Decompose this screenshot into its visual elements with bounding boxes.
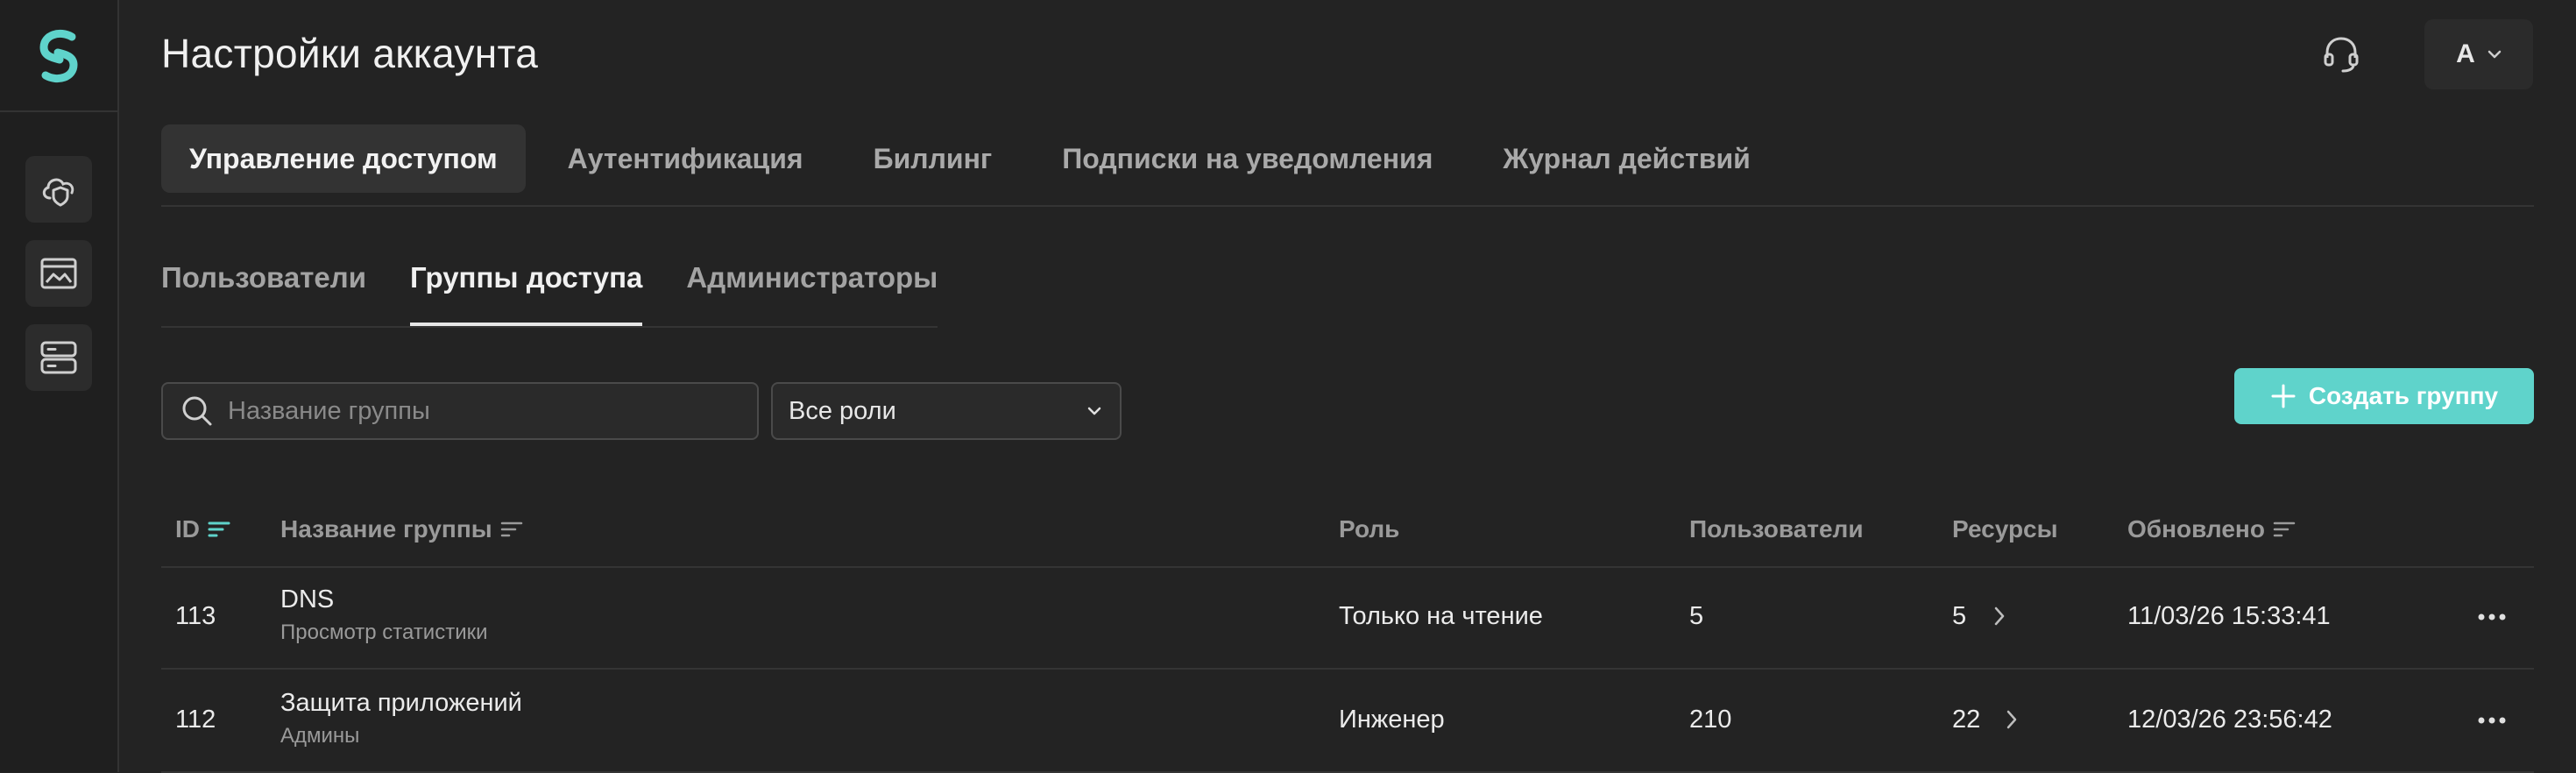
tab-access-management[interactable]: Управление доступом bbox=[161, 124, 526, 193]
more-options-icon[interactable] bbox=[2474, 612, 2509, 622]
column-header-users: Пользователи bbox=[1689, 515, 1864, 543]
group-search-input[interactable] bbox=[226, 395, 738, 427]
subtab-users[interactable]: Пользователи bbox=[161, 261, 366, 324]
chevron-right-icon[interactable] bbox=[1991, 603, 2008, 629]
column-header-resources: Ресурсы bbox=[1952, 515, 2058, 543]
column-header-name[interactable]: Название группы bbox=[280, 515, 524, 543]
main-content: Настройки аккаунта A Управление доступом… bbox=[161, 0, 2534, 773]
row-role: Только на чтение bbox=[1339, 602, 1543, 630]
tab-notification-subscriptions[interactable]: Подписки на уведомления bbox=[1034, 124, 1461, 193]
column-header-role: Роль bbox=[1339, 515, 1400, 543]
tab-authentication[interactable]: Аутентификация bbox=[540, 124, 832, 193]
server-icon bbox=[40, 341, 77, 374]
chevron-down-icon bbox=[1087, 407, 1101, 415]
sub-tabs: Пользователи Группы доступа Администрато… bbox=[161, 261, 938, 328]
row-group-description: Админы bbox=[280, 724, 360, 748]
subtab-administrators[interactable]: Администраторы bbox=[686, 261, 938, 324]
sort-icon bbox=[500, 521, 522, 537]
user-avatar-initial: A bbox=[2456, 39, 2475, 68]
rail-divider bbox=[0, 110, 117, 112]
chevron-right-icon[interactable] bbox=[2003, 706, 2020, 733]
row-id: 113 bbox=[175, 602, 216, 630]
row-updated: 11/03/26 15:33:41 bbox=[2127, 602, 2331, 630]
row-group-name: Защита приложений bbox=[280, 689, 522, 717]
rail-dashboard-button[interactable] bbox=[25, 240, 92, 307]
create-group-button[interactable]: Создать группу bbox=[2234, 368, 2534, 424]
role-filter-select[interactable]: Все роли bbox=[771, 382, 1122, 440]
column-header-updated[interactable]: Обновлено bbox=[2127, 515, 2296, 543]
table-row[interactable]: 112 Защита приложений Админы Инженер 210… bbox=[161, 670, 2534, 773]
rail-cloud-shield-button[interactable] bbox=[25, 156, 92, 223]
headset-icon[interactable] bbox=[2322, 35, 2360, 74]
chevron-down-icon bbox=[2488, 50, 2502, 59]
role-filter-value: Все роли bbox=[789, 396, 896, 425]
tabs-divider bbox=[161, 205, 2534, 207]
row-users-count: 5 bbox=[1689, 602, 1704, 630]
rail-servers-button[interactable] bbox=[25, 324, 92, 391]
create-group-label: Создать группу bbox=[2308, 382, 2499, 409]
row-group-description: Просмотр статистики bbox=[280, 621, 488, 644]
search-box bbox=[161, 382, 759, 440]
column-header-id[interactable]: ID bbox=[175, 515, 231, 543]
row-id: 112 bbox=[175, 706, 216, 734]
column-header-label: Обновлено bbox=[2127, 515, 2265, 543]
row-resources-count[interactable]: 5 bbox=[1952, 602, 1966, 631]
table-header: ID Название группы Роль Пользователи Рес… bbox=[161, 507, 2534, 568]
row-resources-count[interactable]: 22 bbox=[1952, 706, 1980, 734]
table-row[interactable]: 113 DNS Просмотр статистики Только на чт… bbox=[161, 566, 2534, 670]
subtab-access-groups[interactable]: Группы доступа bbox=[410, 261, 643, 326]
search-icon bbox=[182, 396, 212, 426]
browser-image-icon bbox=[40, 258, 77, 289]
column-header-label: ID bbox=[175, 515, 200, 543]
sort-icon bbox=[208, 521, 230, 537]
logo-icon[interactable] bbox=[33, 28, 84, 84]
page-title: Настройки аккаунта bbox=[161, 31, 539, 76]
main-tabs: Управление доступом Аутентификация Билли… bbox=[161, 124, 1793, 193]
row-role: Инженер bbox=[1339, 706, 1445, 734]
sort-icon bbox=[2273, 521, 2296, 537]
left-rail bbox=[0, 0, 119, 772]
row-group-name: DNS bbox=[280, 585, 335, 613]
cloud-shield-icon bbox=[42, 178, 74, 207]
row-users-count: 210 bbox=[1689, 706, 1732, 734]
column-header-label: Название группы bbox=[280, 515, 492, 543]
plus-icon bbox=[2271, 384, 2296, 408]
tab-billing[interactable]: Биллинг bbox=[846, 124, 1021, 193]
user-menu-button[interactable]: A bbox=[2424, 19, 2533, 89]
tab-activity-log[interactable]: Журнал действий bbox=[1475, 124, 1778, 193]
more-options-icon[interactable] bbox=[2474, 715, 2509, 726]
row-updated: 12/03/26 23:56:42 bbox=[2127, 706, 2332, 734]
